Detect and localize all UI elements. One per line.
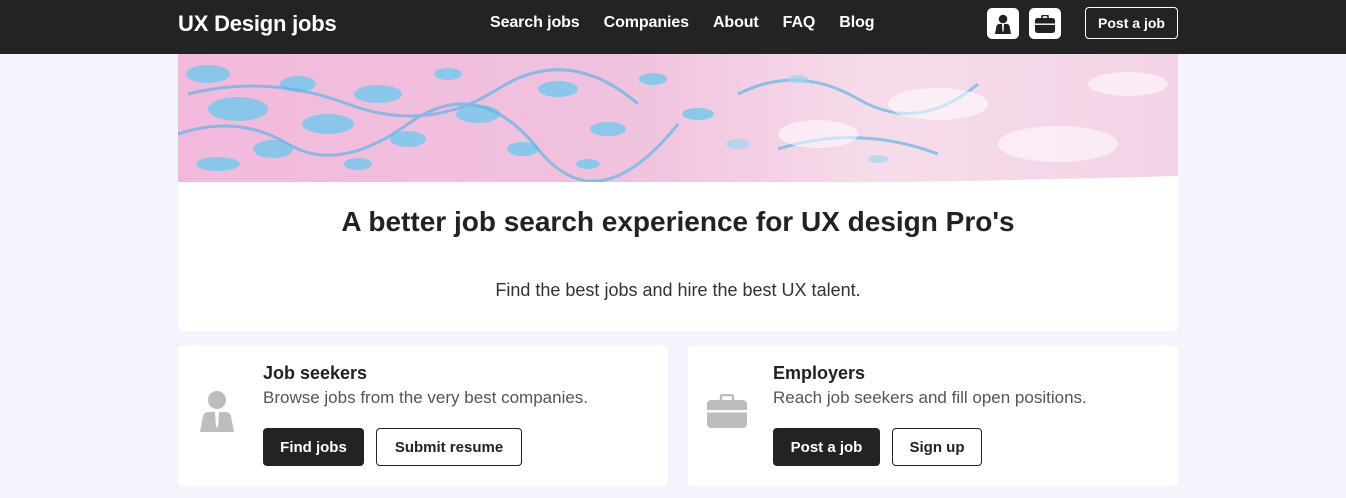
post-a-job-header-button[interactable]: Post a job <box>1085 7 1178 39</box>
employers-description: Reach job seekers and fill open position… <box>773 388 1087 407</box>
top-navigation-bar: UX Design jobs Search jobs Companies Abo… <box>0 0 1346 54</box>
nav-about[interactable]: About <box>713 14 759 32</box>
job-seekers-title: Job seekers <box>263 363 368 383</box>
post-a-job-button[interactable]: Post a job <box>773 428 880 466</box>
hero-banner-image <box>178 54 1178 182</box>
job-seeker-account-button[interactable] <box>987 8 1019 39</box>
employers-title: Employers <box>773 363 866 383</box>
nav-search-jobs[interactable]: Search jobs <box>490 14 580 32</box>
nav-companies[interactable]: Companies <box>604 14 689 32</box>
nav-blog[interactable]: Blog <box>839 14 874 32</box>
hero-subtitle: Find the best jobs and hire the best UX … <box>495 280 861 300</box>
user-icon <box>995 14 1011 34</box>
submit-resume-button[interactable]: Submit resume <box>376 428 522 466</box>
main-nav: Search jobs Companies About FAQ Blog <box>490 14 875 32</box>
nav-faq[interactable]: FAQ <box>783 14 816 32</box>
job-seekers-card: Job seekers Browse jobs from the very be… <box>178 346 668 486</box>
employers-card: Employers Reach job seekers and fill ope… <box>688 346 1178 486</box>
site-logo[interactable]: UX Design jobs <box>178 11 337 37</box>
employer-briefcase-icon <box>707 394 747 428</box>
hero-section: A better job search experience for UX de… <box>178 54 1178 331</box>
job-seekers-description: Browse jobs from the very best companies… <box>263 388 589 407</box>
sign-up-button[interactable]: Sign up <box>892 428 982 466</box>
employer-account-button[interactable] <box>1029 8 1061 39</box>
job-seeker-icon <box>200 391 234 432</box>
hero-title: A better job search experience for UX de… <box>341 206 1015 237</box>
briefcase-icon <box>1035 14 1055 33</box>
find-jobs-button[interactable]: Find jobs <box>263 428 364 466</box>
